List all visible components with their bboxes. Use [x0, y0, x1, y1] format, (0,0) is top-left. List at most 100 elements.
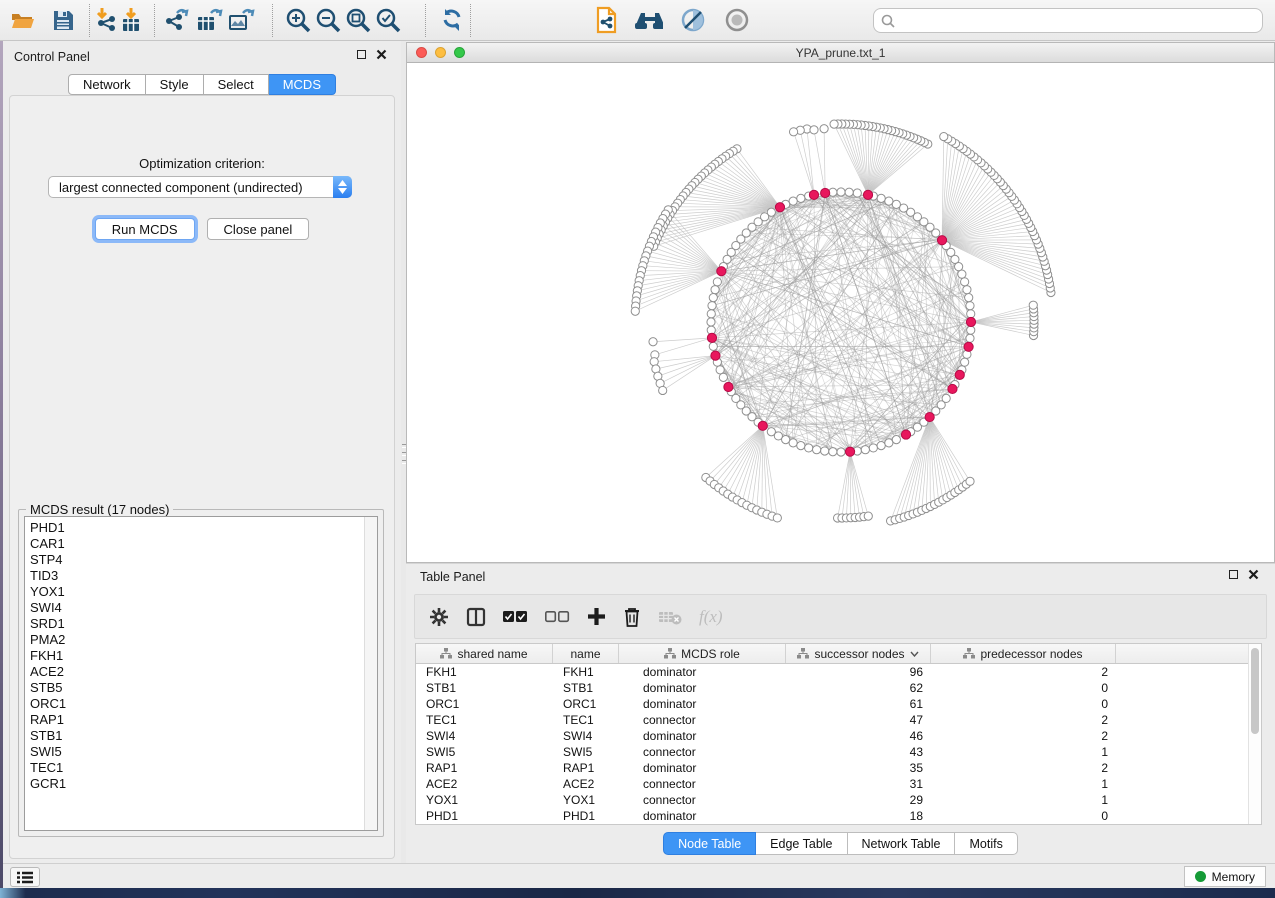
table-cell[interactable]: YOX1	[553, 792, 619, 808]
float-panel-icon[interactable]	[357, 50, 366, 59]
memory-button[interactable]: Memory	[1184, 866, 1266, 887]
result-node-item[interactable]: TEC1	[30, 760, 364, 776]
table-cell[interactable]: dominator	[619, 760, 786, 776]
select-all-rows-icon[interactable]	[503, 610, 528, 624]
zoom-fit-icon[interactable]	[343, 5, 373, 35]
column-header-shared-name[interactable]: shared name	[416, 644, 553, 663]
table-cell[interactable]: 0	[931, 680, 1116, 696]
table-cell[interactable]: SWI5	[416, 744, 553, 760]
run-mcds-button[interactable]: Run MCDS	[95, 218, 195, 240]
criterion-dropdown[interactable]: largest connected component (undirected)	[48, 176, 352, 198]
show-columns-icon[interactable]	[466, 607, 486, 627]
table-cell[interactable]: 61	[786, 696, 931, 712]
hide-graphics-details-icon[interactable]	[678, 5, 708, 35]
table-cell[interactable]: dominator	[619, 728, 786, 744]
result-list-scrollbar[interactable]	[364, 517, 377, 830]
table-row[interactable]: SWI5SWI5connector431	[416, 744, 1248, 760]
result-node-item[interactable]: PMA2	[30, 632, 364, 648]
table-cell[interactable]: 96	[786, 664, 931, 680]
table-cell[interactable]: SWI5	[553, 744, 619, 760]
table-cell[interactable]: 31	[786, 776, 931, 792]
table-scrollbar-thumb[interactable]	[1251, 648, 1259, 734]
result-node-item[interactable]: RAP1	[30, 712, 364, 728]
table-cell[interactable]: dominator	[619, 680, 786, 696]
tab-mcds[interactable]: MCDS	[269, 74, 336, 95]
table-cell[interactable]: RAP1	[416, 760, 553, 776]
table-cell[interactable]: ORC1	[553, 696, 619, 712]
result-node-item[interactable]: FKH1	[30, 648, 364, 664]
table-cell[interactable]: 35	[786, 760, 931, 776]
add-row-icon[interactable]	[587, 607, 606, 626]
table-cell[interactable]: FKH1	[416, 664, 553, 680]
tab-motifs[interactable]: Motifs	[955, 832, 1017, 855]
network-window-titlebar[interactable]: YPA_prune.txt_1	[407, 43, 1274, 63]
table-row[interactable]: SWI4SWI4dominator462	[416, 728, 1248, 744]
show-graphics-details-icon[interactable]	[722, 5, 752, 35]
function-builder-icon[interactable]: f(x)	[699, 607, 723, 627]
table-cell[interactable]: 43	[786, 744, 931, 760]
table-cell[interactable]: 1	[931, 776, 1116, 792]
table-cell[interactable]: 2	[931, 712, 1116, 728]
result-node-item[interactable]: YOX1	[30, 584, 364, 600]
import-table-icon[interactable]	[116, 5, 146, 35]
export-network-icon[interactable]	[162, 5, 192, 35]
close-table-panel-icon[interactable]	[1248, 569, 1259, 580]
delete-table-icon[interactable]	[658, 609, 682, 625]
result-node-item[interactable]: TID3	[30, 568, 364, 584]
float-table-panel-icon[interactable]	[1229, 570, 1238, 579]
open-file-icon[interactable]	[8, 5, 38, 35]
table-cell[interactable]: TEC1	[553, 712, 619, 728]
search-field[interactable]	[873, 8, 1263, 33]
table-cell[interactable]: 47	[786, 712, 931, 728]
table-cell[interactable]: dominator	[619, 696, 786, 712]
tab-edge-table[interactable]: Edge Table	[756, 832, 847, 855]
table-cell[interactable]: connector	[619, 792, 786, 808]
result-node-item[interactable]: SWI5	[30, 744, 364, 760]
tab-node-table[interactable]: Node Table	[663, 832, 756, 855]
zoom-out-icon[interactable]	[313, 5, 343, 35]
table-cell[interactable]: 2	[931, 760, 1116, 776]
result-node-item[interactable]: STB5	[30, 680, 364, 696]
table-cell[interactable]: connector	[619, 744, 786, 760]
tab-network[interactable]: Network	[68, 74, 146, 95]
table-cell[interactable]: 1	[931, 792, 1116, 808]
table-cell[interactable]: 29	[786, 792, 931, 808]
table-cell[interactable]: YOX1	[416, 792, 553, 808]
task-history-button[interactable]	[10, 867, 40, 887]
table-cell[interactable]: PHD1	[416, 808, 553, 824]
deselect-all-rows-icon[interactable]	[545, 610, 570, 624]
result-node-item[interactable]: GCR1	[30, 776, 364, 792]
table-row[interactable]: RAP1RAP1dominator352	[416, 760, 1248, 776]
table-cell[interactable]: dominator	[619, 664, 786, 680]
table-row[interactable]: ORC1ORC1dominator610	[416, 696, 1248, 712]
table-cell[interactable]: ACE2	[416, 776, 553, 792]
mcds-result-list[interactable]: PHD1CAR1STP4TID3YOX1SWI4SRD1PMA2FKH1ACE2…	[24, 516, 378, 831]
table-cell[interactable]: SWI4	[553, 728, 619, 744]
export-table-icon[interactable]	[194, 5, 224, 35]
close-panel-icon[interactable]	[376, 49, 387, 60]
save-session-icon[interactable]	[48, 5, 78, 35]
zoom-selected-icon[interactable]	[373, 5, 403, 35]
network-from-file-icon[interactable]	[592, 5, 622, 35]
table-cell[interactable]: 46	[786, 728, 931, 744]
table-cell[interactable]: 0	[931, 696, 1116, 712]
table-cell[interactable]: 1	[931, 744, 1116, 760]
delete-rows-icon[interactable]	[623, 606, 641, 627]
zoom-in-icon[interactable]	[283, 5, 313, 35]
table-cell[interactable]: STB1	[416, 680, 553, 696]
column-header-successor-nodes[interactable]: successor nodes	[786, 644, 931, 663]
table-cell[interactable]: 62	[786, 680, 931, 696]
network-canvas[interactable]	[407, 63, 1274, 562]
result-node-item[interactable]: CAR1	[30, 536, 364, 552]
tab-network-table[interactable]: Network Table	[848, 832, 956, 855]
column-header-predecessor-nodes[interactable]: predecessor nodes	[931, 644, 1116, 663]
table-cell[interactable]: dominator	[619, 808, 786, 824]
refresh-view-icon[interactable]	[437, 5, 467, 35]
search-input[interactable]	[899, 13, 1262, 29]
tab-style[interactable]: Style	[146, 74, 204, 95]
table-cell[interactable]: SWI4	[416, 728, 553, 744]
table-cell[interactable]: 2	[931, 728, 1116, 744]
table-cell[interactable]: ACE2	[553, 776, 619, 792]
export-image-icon[interactable]	[226, 5, 256, 35]
result-node-item[interactable]: ACE2	[30, 664, 364, 680]
